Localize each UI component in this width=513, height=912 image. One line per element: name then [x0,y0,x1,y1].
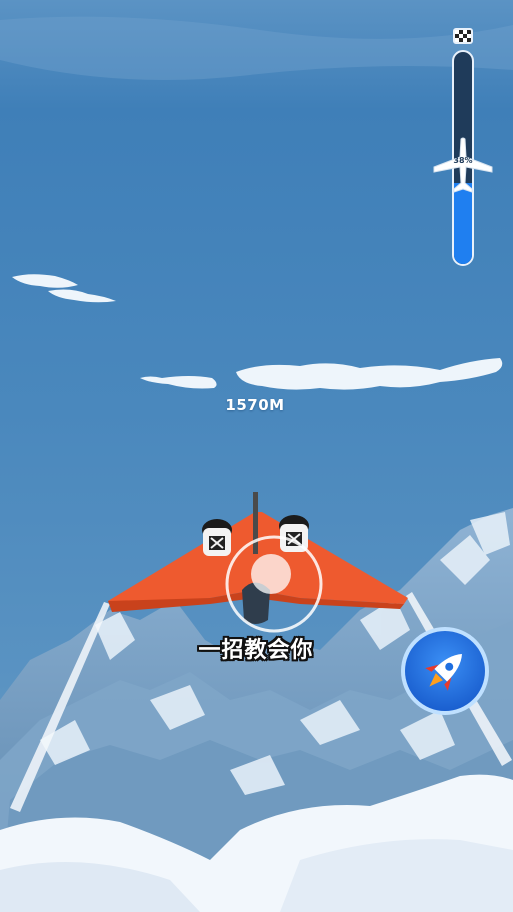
progress-fill [454,183,472,264]
video-caption: 一招教会你 [198,638,314,663]
progress-bar: 38% [433,28,493,268]
progress-percent: 38% [453,155,473,165]
airplane-icon [433,137,493,193]
rocket-boost-button[interactable] [399,625,491,717]
checkered-flag-icon [453,28,473,44]
progress-marker: 38% [432,137,494,193]
distance-readout: 1570M [225,396,285,414]
joystick-graphic [225,535,323,633]
steering-joystick[interactable] [224,534,324,634]
